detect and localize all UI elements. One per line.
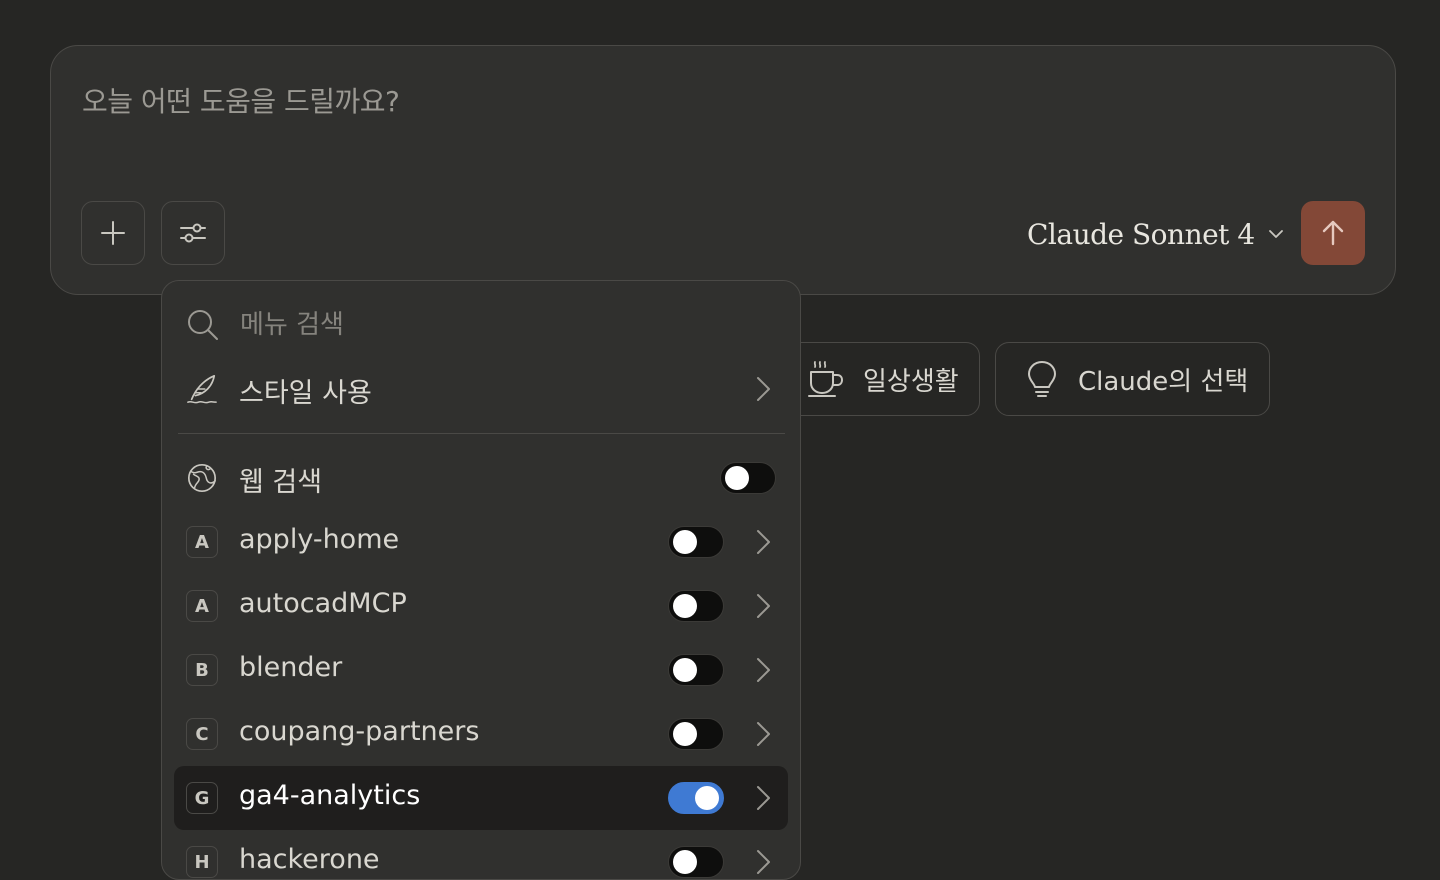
connector-row-autocadmcp[interactable]: A autocadMCP bbox=[174, 574, 788, 638]
search-icon bbox=[188, 310, 218, 340]
connector-toggle[interactable] bbox=[668, 782, 724, 814]
connector-name: ga4-analytics bbox=[239, 780, 421, 811]
connector-name: blender bbox=[239, 652, 343, 683]
toggle-knob bbox=[673, 850, 697, 874]
model-name: Claude Sonnet 4 bbox=[1027, 217, 1255, 251]
chevron-right-icon[interactable] bbox=[747, 846, 779, 878]
chevron-right-icon[interactable] bbox=[747, 718, 779, 750]
lightbulb-icon bbox=[1028, 361, 1056, 397]
toggle-knob bbox=[695, 786, 719, 810]
connector-toggle[interactable] bbox=[668, 526, 724, 558]
web-search-toggle[interactable] bbox=[720, 462, 776, 494]
chevron-down-icon bbox=[1268, 230, 1283, 238]
coffee-cup-icon bbox=[808, 361, 844, 397]
connector-row-coupang-partners[interactable]: C coupang-partners bbox=[174, 702, 788, 766]
menu-item-use-style[interactable]: 스타일 사용 bbox=[174, 357, 788, 421]
connector-name: hackerone bbox=[239, 844, 380, 875]
chip-label: Claude의 선택 bbox=[1078, 366, 1249, 397]
send-button[interactable] bbox=[1301, 201, 1365, 265]
chevron-right-icon[interactable] bbox=[747, 526, 779, 558]
menu-search[interactable] bbox=[186, 305, 638, 345]
connector-row-apply-home[interactable]: A apply-home bbox=[174, 510, 788, 574]
message-input[interactable]: 오늘 어떤 도움을 드릴까요? bbox=[82, 80, 400, 120]
add-attachment-button[interactable] bbox=[81, 201, 145, 265]
toggle-knob bbox=[673, 594, 697, 618]
connector-toggle[interactable] bbox=[668, 846, 724, 878]
arrow-up-icon bbox=[1322, 220, 1344, 246]
plus-icon bbox=[101, 221, 125, 245]
chevron-right-icon bbox=[757, 377, 770, 401]
letter-c-icon: C bbox=[186, 718, 218, 750]
connector-toggle[interactable] bbox=[668, 718, 724, 750]
connector-toggle[interactable] bbox=[668, 654, 724, 686]
sliders-icon bbox=[180, 223, 206, 243]
connector-name: apply-home bbox=[239, 524, 400, 555]
connector-row-blender[interactable]: B blender bbox=[174, 638, 788, 702]
tools-menu-button[interactable] bbox=[161, 201, 225, 265]
letter-h-icon: H bbox=[186, 846, 218, 878]
toggle-knob bbox=[673, 530, 697, 554]
suggestion-chip-claudes-choice[interactable]: Claude의 선택 bbox=[995, 342, 1270, 416]
connector-row-ga4-analytics[interactable]: G ga4-analytics bbox=[174, 766, 788, 830]
toggle-knob bbox=[673, 658, 697, 682]
tools-dropdown-menu: 스타일 사용 웹 검색 A apply-home A autocadMCP bbox=[161, 280, 801, 880]
chat-composer[interactable]: 오늘 어떤 도움을 드릴까요? Claude Sonnet 4 bbox=[50, 45, 1396, 295]
chevron-right-icon[interactable] bbox=[747, 590, 779, 622]
connector-name: autocadMCP bbox=[239, 588, 407, 619]
model-selector[interactable]: Claude Sonnet 4 bbox=[1027, 214, 1285, 254]
menu-item-label: 웹 검색 bbox=[239, 467, 323, 498]
menu-search-input[interactable] bbox=[238, 309, 638, 341]
letter-a-icon: A bbox=[186, 590, 218, 622]
chevron-right-icon[interactable] bbox=[747, 654, 779, 686]
toggle-knob bbox=[673, 722, 697, 746]
globe-icon bbox=[186, 462, 218, 494]
connector-toggle[interactable] bbox=[668, 590, 724, 622]
letter-g-icon: G bbox=[186, 782, 218, 814]
letter-a-icon: A bbox=[186, 526, 218, 558]
menu-item-label: 스타일 사용 bbox=[239, 378, 372, 409]
letter-b-icon: B bbox=[186, 654, 218, 686]
quill-pen-icon bbox=[186, 373, 218, 405]
chip-label: 일상생활 bbox=[863, 366, 959, 397]
menu-divider bbox=[178, 433, 785, 434]
connector-name: coupang-partners bbox=[239, 716, 480, 747]
toggle-knob bbox=[725, 466, 749, 490]
menu-item-web-search[interactable]: 웹 검색 bbox=[174, 446, 788, 510]
chevron-right-icon[interactable] bbox=[747, 782, 779, 814]
connector-row-hackerone[interactable]: H hackerone bbox=[174, 830, 788, 879]
